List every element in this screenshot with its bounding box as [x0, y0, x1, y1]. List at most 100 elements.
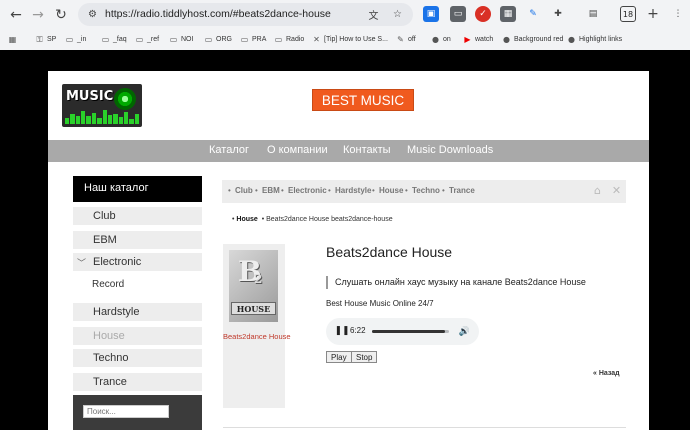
site-info-icon[interactable]: ⚙: [85, 7, 100, 22]
apps-grid-icon[interactable]: ▦: [8, 33, 17, 46]
star-icon[interactable]: ☆: [390, 7, 405, 22]
bookmark-item[interactable]: ▭ _faq: [101, 33, 127, 46]
nav-item-music-downloads[interactable]: Music Downloads: [407, 144, 493, 156]
station-description: Best House Music Online 24/7: [326, 299, 434, 308]
tag-hardstyle[interactable]: Hardstyle: [335, 186, 371, 195]
home-icon[interactable]: ⌂: [591, 184, 604, 197]
bookmark-item[interactable]: ▭ _ref: [135, 33, 159, 46]
bookmark-item[interactable]: ● Highlight links: [567, 33, 622, 46]
audio-player[interactable]: ❚❚ 6:22 🔊: [326, 318, 479, 345]
bookmarks-bar: ▦ ⚿ SP ▭ _in ▭ _faq ▭ _ref ▭ NOI ▭ ORG ▭ PRA ▭ R…: [0, 29, 690, 50]
progress-slider[interactable]: [372, 330, 449, 333]
stop-button[interactable]: Stop: [351, 351, 378, 363]
best-music-button[interactable]: BEST MUSIC: [312, 89, 414, 111]
progress-fill: [372, 330, 446, 333]
tab-count-icon[interactable]: 18: [620, 6, 636, 22]
forward-arrow-icon[interactable]: →: [28, 5, 48, 25]
chevron-down-icon: ﹀: [77, 259, 87, 269]
breadcrumb-tag[interactable]: House: [236, 216, 257, 223]
station-title: Beats2dance House: [326, 244, 453, 260]
station-quote: Слушать онлайн хаус музыку на канале Bea…: [326, 276, 586, 289]
folder-icon: ▭: [240, 35, 249, 44]
sidebar-item-hardstyle[interactable]: Hardstyle: [73, 303, 202, 321]
breadcrumb: • House • Beats2dance House beats2dance-…: [232, 216, 393, 223]
pause-icon[interactable]: ❚❚: [334, 325, 349, 337]
sidebar-item-club[interactable]: Club: [73, 207, 202, 225]
sidebar-title: Наш каталог: [73, 176, 202, 202]
folder-icon: ▭: [135, 35, 144, 44]
bookmark-item[interactable]: ▭ ORG: [204, 33, 232, 46]
nav-item-catalog[interactable]: Каталог: [209, 144, 249, 156]
breadcrumb-items: Beats2dance House beats2dance-house: [266, 216, 393, 223]
nav-item-about[interactable]: О компании: [267, 144, 328, 156]
bookmark-item[interactable]: ✎ off: [396, 33, 416, 46]
station-card[interactable]: B 2 HOUSE Beats2dance House: [223, 244, 291, 408]
folder-icon: ▭: [204, 35, 213, 44]
tag-club[interactable]: Club: [235, 186, 253, 195]
bookmark-item[interactable]: ● Background red: [502, 33, 563, 46]
tag-trance[interactable]: Trance: [449, 186, 475, 195]
divider: [223, 427, 626, 428]
reload-icon[interactable]: ↻: [51, 5, 71, 25]
back-arrow-icon[interactable]: ←: [6, 5, 26, 25]
equalizer-icon: [65, 110, 140, 124]
new-tab-icon[interactable]: +: [645, 6, 661, 22]
bookmark-item[interactable]: ▶ watch: [463, 33, 493, 46]
tag-bar: • Club • EBM • Electronic • Hardstyle • …: [222, 180, 626, 203]
tag-techno[interactable]: Techno: [412, 186, 440, 195]
search-input[interactable]: [83, 405, 169, 418]
close-icon[interactable]: ✕: [610, 184, 623, 197]
key-icon: ⚿: [36, 34, 43, 44]
tag-ebm[interactable]: EBM: [262, 186, 280, 195]
sidebar-item-electronic[interactable]: ﹀ Electronic: [73, 253, 202, 271]
sidebar-item-ebm[interactable]: EBM: [73, 231, 202, 249]
speaker-icon: [114, 88, 136, 110]
menu-icon[interactable]: ⋮: [670, 6, 686, 22]
back-link[interactable]: « Назад: [593, 370, 620, 377]
folder-icon: ▭: [65, 35, 74, 44]
puzzle-icon[interactable]: ✚: [550, 6, 566, 22]
sidebar-item-trance[interactable]: Trance: [73, 373, 202, 391]
bookmark-item[interactable]: ▭ PRA: [240, 33, 267, 46]
nav-item-contacts[interactable]: Контакты: [343, 144, 391, 156]
translate-icon[interactable]: 文: [366, 7, 381, 22]
player-time: 6:22: [350, 326, 366, 335]
pin-icon[interactable]: ✎: [525, 6, 541, 22]
address-bar[interactable]: ⚙ https://radio.tiddlyhost.com/#beats2da…: [78, 3, 413, 26]
site-logo[interactable]: MUSIC: [62, 84, 142, 127]
browser-chrome: ← → ↻ ⚙ https://radio.tiddlyhost.com/#be…: [0, 0, 690, 50]
double-chevron-left-icon: «: [593, 370, 597, 377]
folder-icon: ▭: [101, 35, 110, 44]
browser-toolbar: ← → ↻ ⚙ https://radio.tiddlyhost.com/#be…: [0, 0, 690, 29]
bookmark-item[interactable]: ▭ NOI: [169, 33, 194, 46]
bookmark-item[interactable]: ● on: [431, 33, 451, 46]
station-thumbnail[interactable]: B 2 HOUSE: [229, 250, 278, 322]
sidebar-subitem-record[interactable]: Record: [73, 276, 202, 294]
volume-icon[interactable]: 🔊: [458, 325, 471, 338]
tag-house[interactable]: House: [379, 186, 403, 195]
bookmark-item[interactable]: ▭ _in: [65, 33, 87, 46]
logo-text: MUSIC: [66, 89, 114, 104]
github-icon: ●: [568, 35, 575, 44]
shield-icon[interactable]: ✓: [475, 6, 491, 22]
sidebar-item-house[interactable]: House: [73, 327, 202, 345]
pen-icon: ✎: [397, 35, 404, 44]
reading-list-icon[interactable]: ▤: [585, 6, 601, 22]
bookmark-item[interactable]: ▭ Radio: [274, 33, 305, 46]
main-nav: Каталог О компании Контакты Music Downlo…: [48, 140, 649, 162]
youtube-icon: ▶: [464, 35, 471, 44]
bookmark-item[interactable]: ⚿ SP: [35, 33, 56, 46]
extension-icon[interactable]: ▣: [423, 6, 439, 22]
play-button[interactable]: Play: [326, 351, 352, 363]
folder-icon: ▭: [274, 35, 283, 44]
address-url[interactable]: https://radio.tiddlyhost.com/#beats2danc…: [105, 8, 331, 20]
sidebar-catalog: Наш каталог Club EBM ﹀ Electronic Record…: [73, 176, 202, 430]
station-card-link[interactable]: Beats2dance House: [223, 332, 291, 341]
picture-in-picture-icon[interactable]: ▭: [450, 6, 466, 22]
sidebar-search-area: [73, 395, 202, 430]
sidebar-item-techno[interactable]: Techno: [73, 349, 202, 367]
calendar-icon[interactable]: ▦: [500, 6, 516, 22]
bookmark-item[interactable]: ✕ [Tip] How to Use S...: [312, 33, 388, 46]
tag-electronic[interactable]: Electronic: [288, 186, 327, 195]
tip-icon: ✕: [313, 35, 320, 44]
